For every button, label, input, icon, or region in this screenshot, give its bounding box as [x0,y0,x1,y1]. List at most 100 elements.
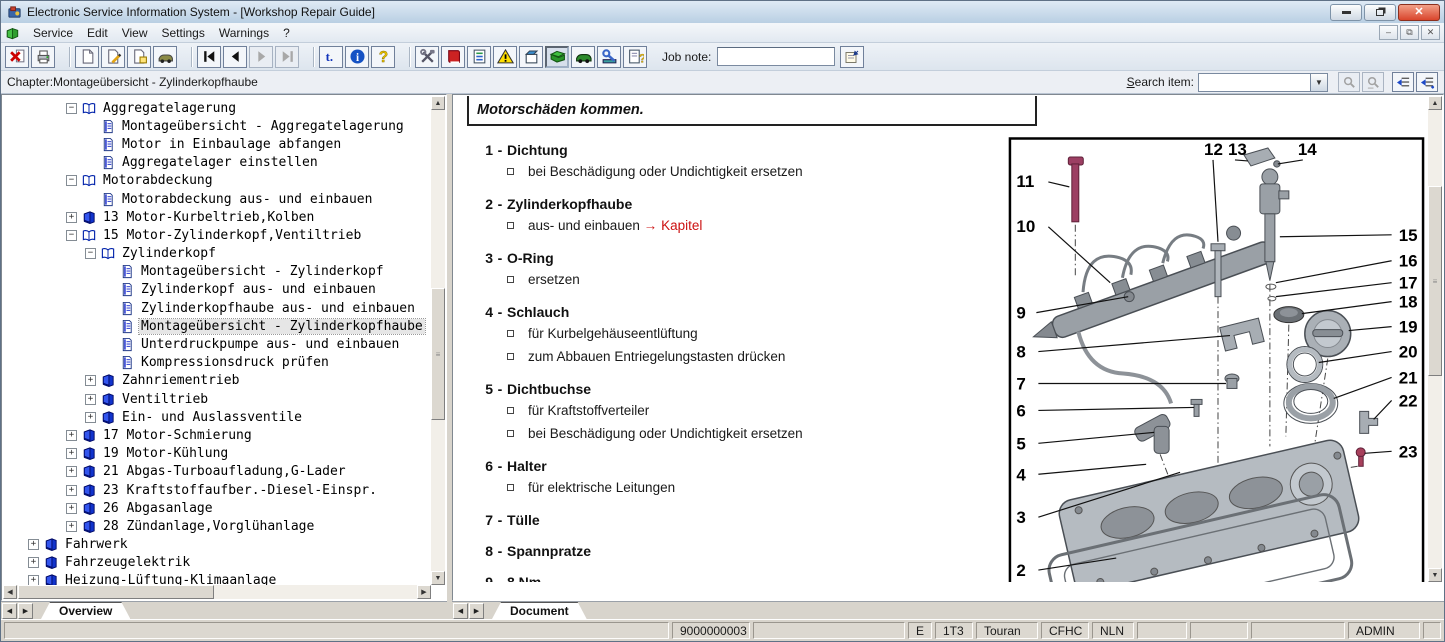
collapse-toggle-icon[interactable]: − [66,103,77,114]
expand-toggle-icon[interactable]: + [66,466,77,477]
tree-item-label[interactable]: 15 Motor-Zylinderkopf,Ventiltrieb [101,228,363,243]
tab-scroll-left-button[interactable]: ◀ [2,603,17,619]
job-note-properties-button[interactable] [840,46,864,68]
tree-vertical-scrollbar[interactable]: ▲ ≡ ▼ [431,96,445,585]
tree-item[interactable]: − Zylinderkopf [3,245,431,263]
menu-?[interactable]: ? [276,24,297,42]
append-to-list-button[interactable] [1416,72,1438,92]
document-vertical-scrollbar[interactable]: ▲ ≡ ▼ [1428,96,1442,582]
tree-item-label[interactable]: 19 Motor-Kühlung [101,446,230,461]
tree-item-label[interactable]: Fahrwerk [63,537,130,552]
document-list-button[interactable] [467,46,491,68]
green-book-button[interactable] [545,46,569,68]
scroll-down-button[interactable]: ▼ [431,571,445,585]
tree-item-label[interactable]: Aggregatelager einstellen [120,155,320,170]
tree-item[interactable]: + Fahrwerk [3,536,431,554]
expand-toggle-icon[interactable]: + [85,394,96,405]
tree-item[interactable]: Kompressionsdruck prüfen [3,354,431,372]
tree-hscroll-thumb[interactable] [18,585,214,599]
print-button[interactable] [31,46,55,68]
collapse-toggle-icon[interactable]: − [66,230,77,241]
tree-item-label[interactable]: 23 Kraftstoffaufber.-Diesel-Einspr. [101,483,379,498]
nav-last-button[interactable] [275,46,299,68]
tree-item[interactable]: +13 Motor-Kurbeltrieb,Kolben [3,208,431,226]
attach-document-button[interactable] [127,46,151,68]
scroll-up-button[interactable]: ▲ [431,96,445,110]
nav-next-button[interactable] [249,46,273,68]
edit-document-button[interactable] [101,46,125,68]
expand-toggle-icon[interactable]: + [66,503,77,514]
tree-item[interactable]: +26 Abgasanlage [3,499,431,517]
expand-toggle-icon[interactable]: + [66,521,77,532]
tree-item[interactable]: Aggregatelager einstellen [3,154,431,172]
menu-view[interactable]: View [115,24,155,42]
scroll-right-button[interactable]: ▶ [417,585,431,599]
tree-item-label[interactable]: Zylinderkopf [120,246,218,261]
tree-item-label[interactable]: Zylinderkopfhaube aus- und einbauen [139,301,417,316]
fill-button[interactable] [519,46,543,68]
tree-item-label[interactable]: Motorabdeckung [101,173,215,188]
menu-service[interactable]: Service [26,24,80,42]
menu-settings[interactable]: Settings [155,24,212,42]
history-button[interactable]: t. [319,46,343,68]
tree-item[interactable]: +17 Motor-Schmierung [3,426,431,444]
mdi-minimize-button[interactable]: – [1379,25,1398,40]
minimize-button[interactable] [1330,4,1362,21]
tree-item[interactable]: Montageübersicht - Aggregatelagerung [3,117,431,135]
tree-item-label[interactable]: Ventiltrieb [120,392,210,407]
expand-toggle-icon[interactable]: + [66,448,77,459]
tree-item[interactable]: Montageübersicht - Zylinderkopfhaube [3,317,431,335]
collapse-toggle-icon[interactable]: − [85,248,96,259]
restore-button[interactable] [1364,4,1396,21]
tab-document[interactable]: Document [492,602,587,619]
tree-item[interactable]: +Zahnriementrieb [3,372,431,390]
tab-overview[interactable]: Overview [41,602,130,619]
service-car-button[interactable] [597,46,621,68]
tree-item[interactable]: +Ein- und Auslassventile [3,408,431,426]
expand-toggle-icon[interactable]: + [28,557,39,568]
tree-item-label[interactable]: Zylinderkopf aus- und einbauen [139,282,378,297]
tree-item[interactable]: − Aggregatelagerung [3,99,431,117]
tree-item[interactable]: + Heizung-Lüftung-Klimaanlage [3,572,431,585]
expand-toggle-icon[interactable]: + [28,539,39,550]
tree-item[interactable]: + Fahrzeugelektrik [3,554,431,572]
tree-item-label[interactable]: Ein- und Auslassventile [120,410,304,425]
tree-item-label[interactable]: Aggregatelagerung [101,101,238,116]
tree-item[interactable]: − 15 Motor-Zylinderkopf,Ventiltrieb [3,226,431,244]
exit-button[interactable] [5,46,29,68]
job-note-input[interactable] [717,47,835,66]
tree-item[interactable]: +23 Kraftstoffaufber.-Diesel-Einspr. [3,481,431,499]
combo-dropdown-button[interactable]: ▼ [1310,74,1327,91]
tree-item-label[interactable]: Motorabdeckung aus- und einbauen [120,192,374,207]
tree-item[interactable]: +21 Abgas-Turboaufladung,G-Lader [3,463,431,481]
info-button[interactable]: i [345,46,369,68]
document-vscroll-thumb[interactable]: ≡ [1428,186,1442,376]
tree-item-label[interactable]: 28 Zündanlage,Vorglühanlage [101,519,316,534]
collapse-toggle-icon[interactable]: − [66,175,77,186]
menu-edit[interactable]: Edit [80,24,115,42]
search-item-combobox[interactable]: ▼ [1198,73,1328,92]
expand-toggle-icon[interactable]: + [66,212,77,223]
scroll-up-button[interactable]: ▲ [1428,96,1442,110]
search-item-value[interactable] [1199,74,1310,91]
tree-item[interactable]: Zylinderkopfhaube aus- und einbauen [3,299,431,317]
tree-item-label[interactable]: 21 Abgas-Turboaufladung,G-Lader [101,464,348,479]
tree-item-label[interactable]: 17 Motor-Schmierung [101,428,254,443]
tree-item[interactable]: +19 Motor-Kühlung [3,445,431,463]
tree-vscroll-thumb[interactable]: ≡ [431,288,445,420]
mdi-restore-button[interactable]: ⧉ [1400,25,1419,40]
expand-toggle-icon[interactable]: + [28,575,39,585]
tree-item-label[interactable]: Fahrzeugelektrik [63,555,192,570]
query-document-button[interactable]: ? [623,46,647,68]
tools-button[interactable] [415,46,439,68]
tree-item-label[interactable]: Heizung-Lüftung-Klimaanlage [63,573,278,585]
chapter-link[interactable]: Kapitel [661,214,702,237]
tree-item[interactable]: Motor in Einbaulage abfangen [3,135,431,153]
scroll-down-button[interactable]: ▼ [1428,568,1442,582]
warning-button[interactable] [493,46,517,68]
tree-item-label[interactable]: Motor in Einbaulage abfangen [120,137,343,152]
tree-item[interactable]: Motorabdeckung aus- und einbauen [3,190,431,208]
tree-item[interactable]: Zylinderkopf aus- und einbauen [3,281,431,299]
search-previous-button[interactable] [1338,72,1360,92]
tab-scroll-right-button[interactable]: ▶ [18,603,33,619]
